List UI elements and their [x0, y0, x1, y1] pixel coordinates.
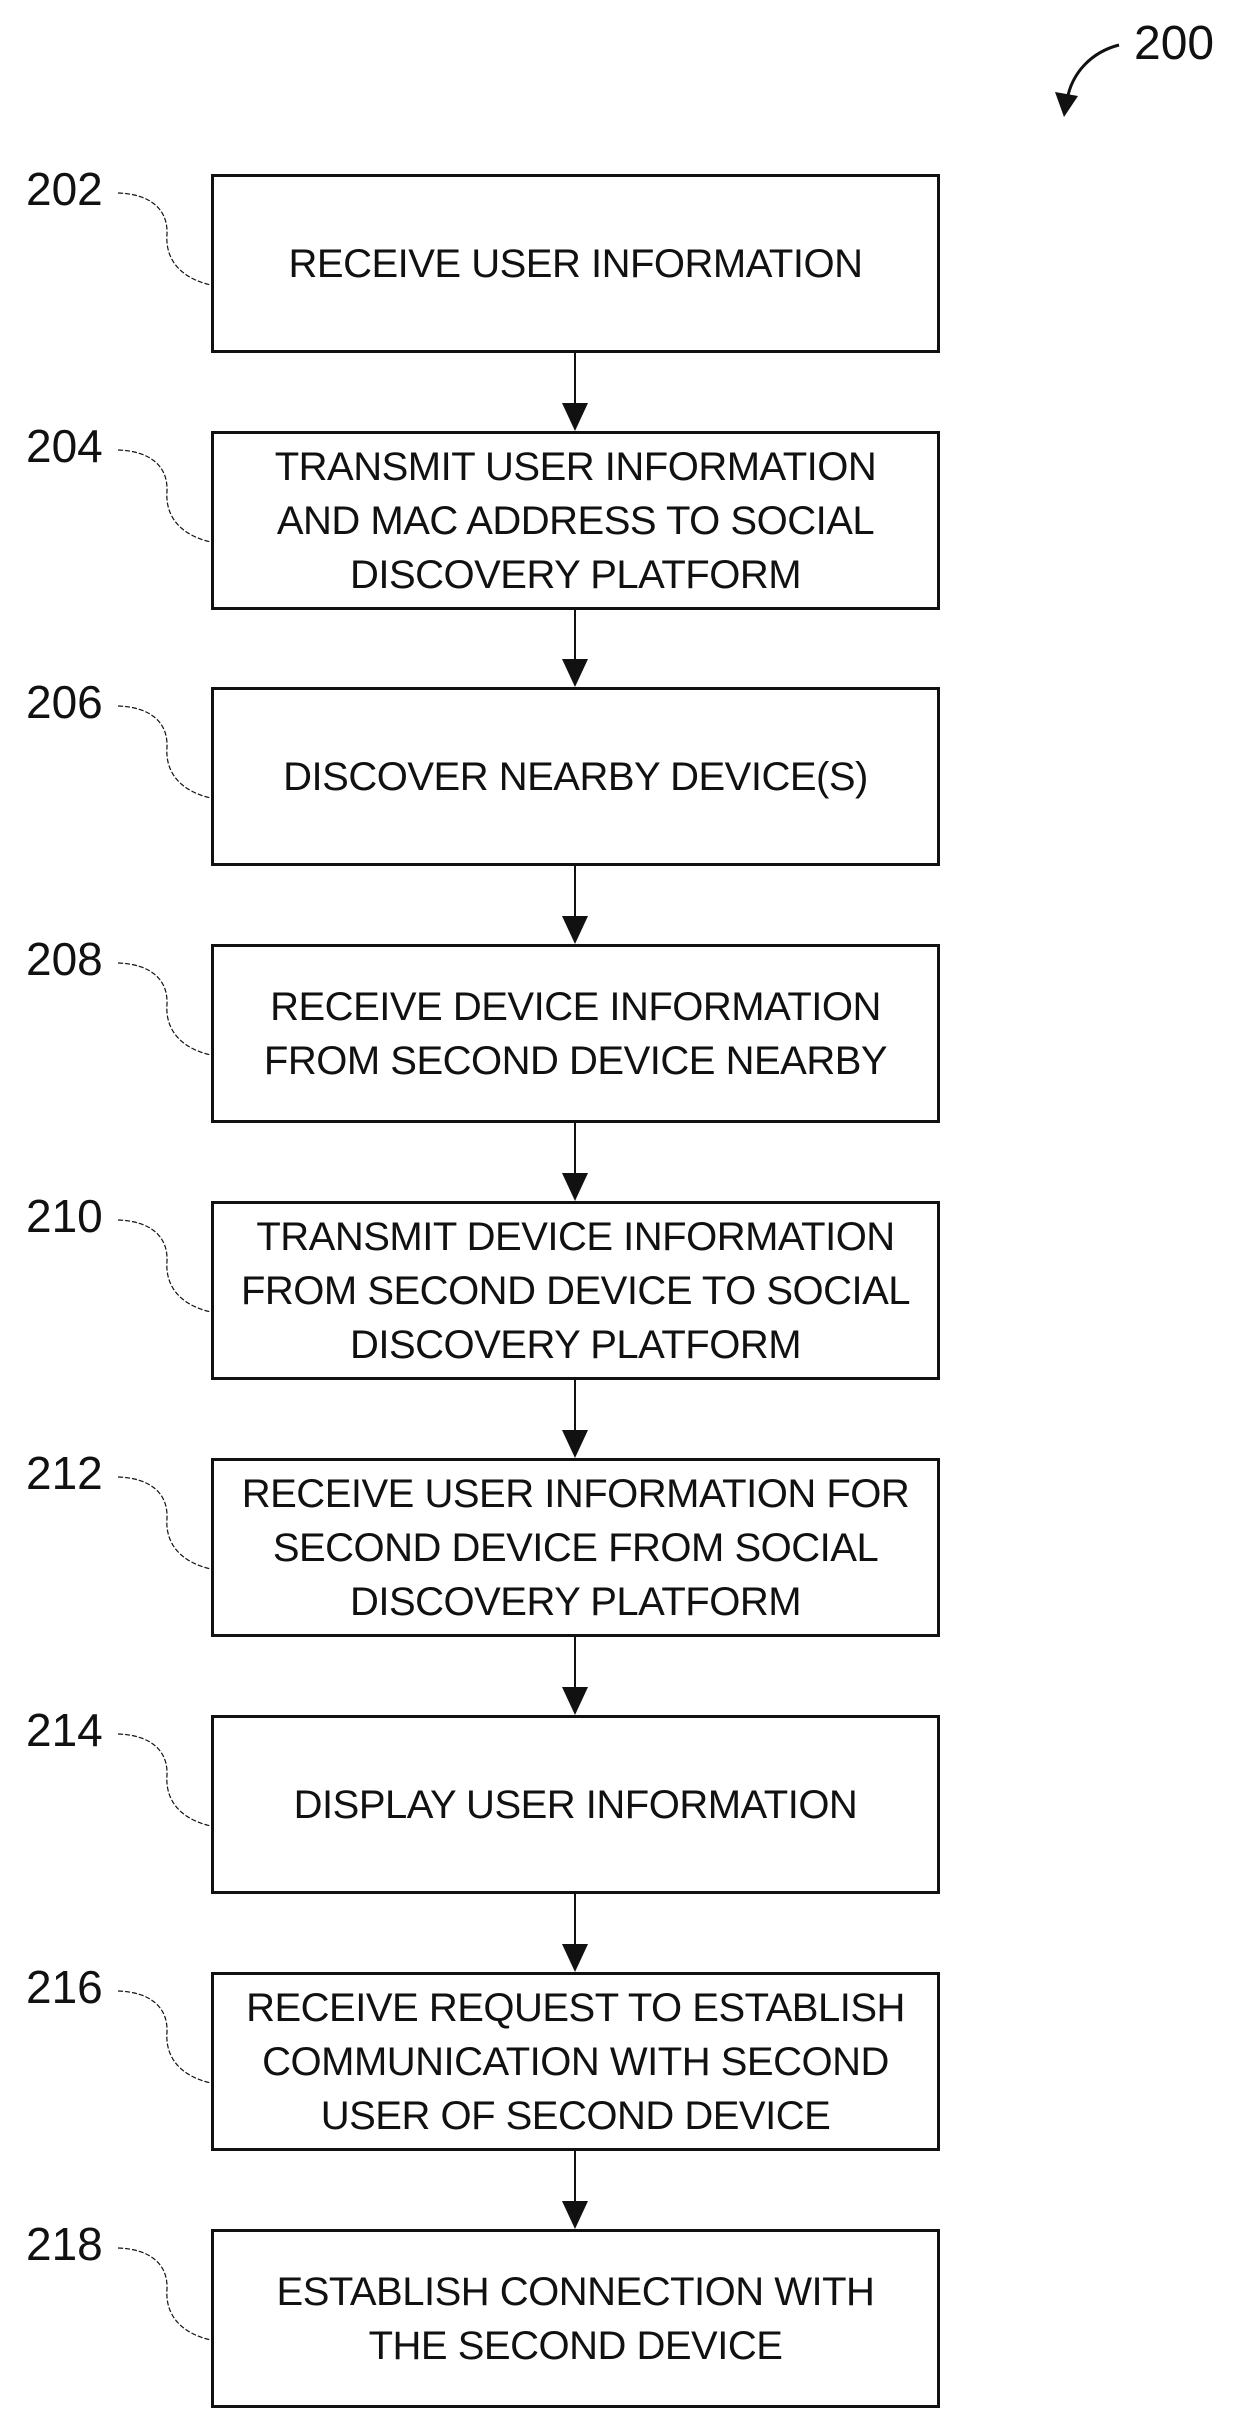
flow-arrow-202-to-204: [562, 353, 588, 431]
flow-arrow-head-icon: [562, 1173, 588, 1201]
flow-arrow-214-to-216: [562, 1894, 588, 1972]
figure-pointer-arrow: [1055, 43, 1120, 117]
step-text: RECEIVE REQUEST TO ESTABLISH COMMUNICATI…: [246, 1985, 905, 2138]
step-ref-label-204: 204: [26, 420, 103, 472]
flow-arrow-head-icon: [562, 1430, 588, 1458]
step-box-218: ESTABLISH CONNECTION WITH THE SECOND DEV…: [211, 2229, 940, 2408]
step-box-208: RECEIVE DEVICE INFORMATION FROM SECOND D…: [211, 944, 940, 1123]
step-box-214: DISPLAY USER INFORMATION: [211, 1715, 940, 1894]
step-ref-label-218: 218: [26, 2218, 103, 2270]
step-box-212: RECEIVE USER INFORMATION FOR SECOND DEVI…: [211, 1458, 940, 1637]
step-ref-label-214: 214: [26, 1704, 103, 1756]
step-box-216: RECEIVE REQUEST TO ESTABLISH COMMUNICATI…: [211, 1972, 940, 2151]
flowchart-canvas: 200 RECEIVE USER INFORMATION TRANSMIT US…: [0, 0, 1240, 2419]
step-text: RECEIVE DEVICE INFORMATION FROM SECOND D…: [263, 984, 888, 1083]
leader-line-204: [117, 449, 212, 543]
leader-line-216: [117, 1990, 212, 2084]
step-text: RECEIVE USER INFORMATION FOR SECOND DEVI…: [241, 1471, 910, 1624]
leader-line-206: [117, 705, 212, 799]
step-box-210: TRANSMIT DEVICE INFORMATION FROM SECOND …: [211, 1201, 940, 1380]
step-text: ESTABLISH CONNECTION WITH THE SECOND DEV…: [276, 2269, 875, 2368]
step-box-204: TRANSMIT USER INFORMATION AND MAC ADDRES…: [211, 431, 940, 610]
flow-arrow-head-icon: [562, 916, 588, 944]
flow-arrow-216-to-218: [562, 2151, 588, 2229]
step-ref-label-216: 216: [26, 1961, 103, 2013]
step-ref-label-208: 208: [26, 933, 103, 985]
flow-arrow-210-to-212: [562, 1380, 588, 1458]
step-ref-label-206: 206: [26, 676, 103, 728]
leader-line-210: [117, 1219, 212, 1313]
flow-arrow-head-icon: [562, 1687, 588, 1715]
flow-arrow-204-to-206: [562, 610, 588, 687]
step-box-206: DISCOVER NEARBY DEVICE(S): [211, 687, 940, 866]
step-text: TRANSMIT DEVICE INFORMATION FROM SECOND …: [240, 1214, 911, 1367]
step-ref-label-210: 210: [26, 1190, 103, 1242]
leader-line-208: [117, 962, 212, 1056]
step-text: DISCOVER NEARBY DEVICE(S): [283, 754, 868, 799]
flow-arrow-212-to-214: [562, 1637, 588, 1715]
flow-arrow-head-icon: [562, 1944, 588, 1972]
step-ref-label-212: 212: [26, 1447, 103, 1499]
flow-arrow-head-icon: [562, 659, 588, 687]
flow-arrow-head-icon: [562, 403, 588, 431]
step-text: DISPLAY USER INFORMATION: [293, 1782, 858, 1827]
flow-arrow-206-to-208: [562, 866, 588, 944]
step-box-202: RECEIVE USER INFORMATION: [211, 174, 940, 353]
step-text: TRANSMIT USER INFORMATION AND MAC ADDRES…: [274, 444, 877, 597]
step-text: RECEIVE USER INFORMATION: [288, 241, 863, 286]
leader-line-218: [117, 2247, 212, 2341]
leader-line-202: [117, 192, 212, 286]
leader-line-212: [117, 1476, 212, 1570]
leader-line-214: [117, 1733, 212, 1827]
flow-arrow-head-icon: [562, 2201, 588, 2229]
flow-arrow-208-to-210: [562, 1123, 588, 1201]
step-ref-label-202: 202: [26, 163, 103, 215]
